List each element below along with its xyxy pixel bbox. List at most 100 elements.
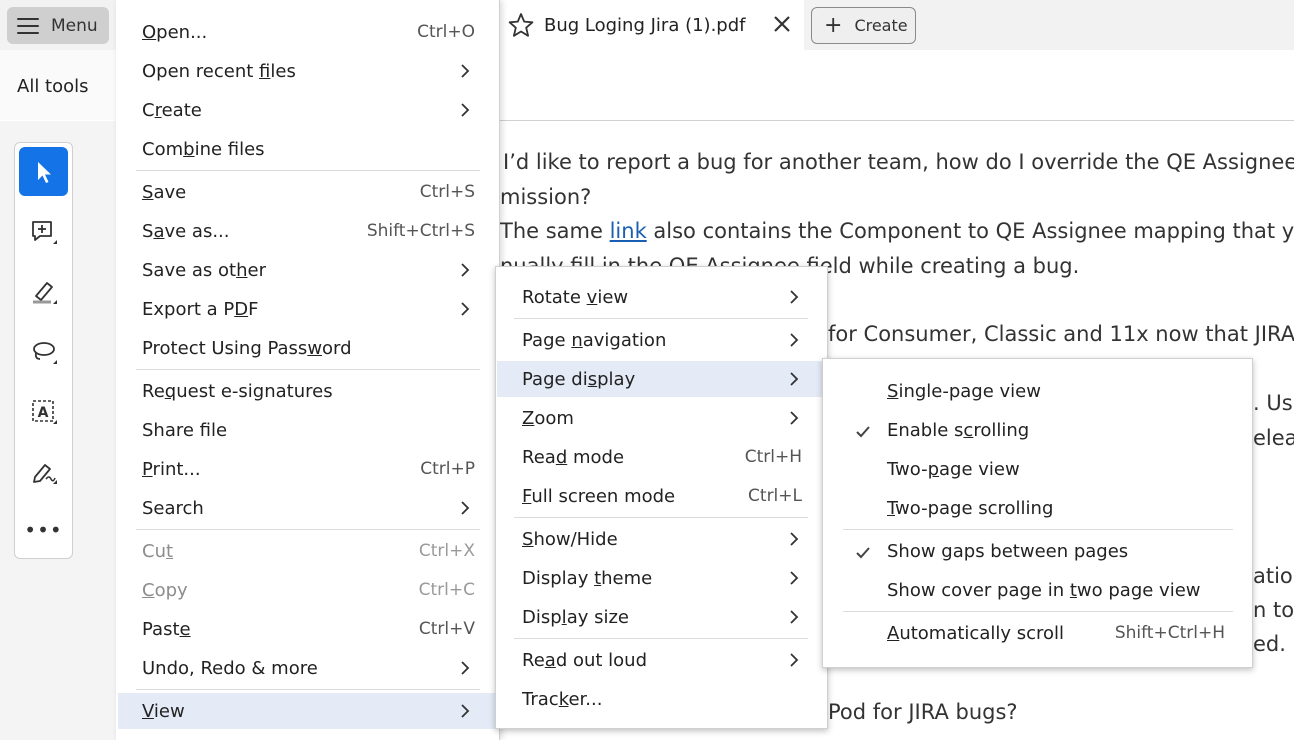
- page-display-menu-item-automatically-scroll[interactable]: Automatically scroll Shift+Ctrl+H: [824, 615, 1251, 651]
- view-menu-item-display-theme[interactable]: Display theme: [497, 560, 824, 596]
- main-menu-item-view[interactable]: View: [118, 693, 495, 729]
- view-menu-item-read-out-loud[interactable]: Read out loud: [497, 642, 824, 678]
- label-text: C: [142, 99, 155, 121]
- main-menu-item-save[interactable]: Save Ctrl+S: [118, 174, 495, 210]
- menu-item-label: Save: [142, 182, 186, 203]
- menu-item-label: Read mode: [522, 447, 624, 468]
- main-menu-item-request-e-signatures[interactable]: Request e-signatures: [118, 373, 495, 409]
- view-menu-item-tracker[interactable]: Tracker...: [497, 681, 824, 717]
- menu-item-label: Show gaps between pages: [887, 541, 1128, 562]
- main-menu-item-open[interactable]: Open... Ctrl+O: [118, 14, 495, 50]
- view-menu-item-full-screen-mode[interactable]: Full screen mode Ctrl+L: [497, 478, 824, 514]
- menu-item-label: Zoom: [522, 408, 574, 429]
- chevron-right-icon: [789, 609, 799, 625]
- menu-item-label: Combine files: [142, 139, 265, 160]
- doc-text-line: n to: [1253, 598, 1294, 622]
- menu-separator: [136, 369, 480, 370]
- main-menu-item-save-as-other[interactable]: Save as other: [118, 252, 495, 288]
- checkmark-icon: [855, 544, 871, 559]
- all-tools-label[interactable]: All tools: [17, 76, 89, 97]
- menu-item-label: Tracker...: [522, 689, 602, 710]
- menu-item-label: Two-page view: [887, 459, 1020, 480]
- menu-button[interactable]: Menu: [7, 7, 109, 44]
- main-menu-item-save-as[interactable]: Save as... Shift+Ctrl+S: [118, 213, 495, 249]
- label-text: Display: [522, 567, 595, 589]
- menu-item-label: Enable scrolling: [887, 420, 1029, 441]
- label-text: opy: [154, 579, 188, 601]
- label-text: ine files: [194, 138, 265, 160]
- label-text: Enable s: [887, 419, 964, 441]
- shortcut-label: Ctrl+S: [419, 182, 475, 202]
- label-mnemonic: r: [154, 99, 162, 121]
- document-tab[interactable]: Bug Loging Jira (1).pdf: [500, 0, 804, 50]
- sign-tool[interactable]: [19, 447, 68, 496]
- chevron-right-icon: [460, 500, 470, 516]
- page-display-submenu: Single-page view Enable scrolling Two-page…: [822, 358, 1253, 668]
- menu-item-label: Show cover page in two page view: [887, 580, 1201, 601]
- label-text: S: [142, 220, 154, 242]
- label-text: Show cover page in: [887, 579, 1070, 601]
- label-mnemonic: S: [887, 380, 899, 402]
- tab-title: Bug Loging Jira (1).pdf: [544, 15, 746, 36]
- main-menu-item-search[interactable]: Search: [118, 490, 495, 526]
- view-menu-item-zoom[interactable]: Zoom: [497, 400, 824, 436]
- main-menu-item-protect-using-password[interactable]: Protect Using Password: [118, 330, 495, 366]
- view-menu-item-show-hide[interactable]: Show/Hide: [497, 521, 824, 557]
- menu-separator: [136, 170, 480, 171]
- menu-item-label: Search: [142, 498, 204, 519]
- label-text: iew: [597, 286, 629, 308]
- main-menu-item-print[interactable]: Print... Ctrl+P: [118, 451, 495, 487]
- view-menu-item-display-size[interactable]: Display size: [497, 599, 824, 635]
- label-text: iew: [153, 700, 185, 722]
- main-menu-item-create[interactable]: Create: [118, 92, 495, 128]
- label-text: Rea: [522, 446, 556, 468]
- view-menu-item-read-mode[interactable]: Read mode Ctrl+H: [497, 439, 824, 475]
- label-text: wo page view: [1076, 579, 1201, 601]
- view-menu-item-page-navigation[interactable]: Page navigation: [497, 322, 824, 358]
- menu-item-label: Protect Using Password: [142, 338, 352, 359]
- page-display-menu-item-show-gaps-between-pages[interactable]: Show gaps between pages: [824, 533, 1251, 569]
- page-display-menu-item-two-page-scrolling[interactable]: Two-page scrolling: [824, 490, 1251, 526]
- chevron-right-icon: [789, 289, 799, 305]
- label-text: Page di: [522, 368, 588, 390]
- menu-separator: [843, 611, 1233, 612]
- select-tool[interactable]: [19, 147, 68, 196]
- view-menu-item-page-display[interactable]: Page display: [497, 361, 824, 397]
- menu-item-label: Open recent files: [142, 61, 296, 82]
- draw-tool[interactable]: [19, 327, 68, 376]
- menu-item-label: Page navigation: [522, 330, 666, 351]
- label-text: Disp: [522, 606, 562, 628]
- label-text: d out loud: [555, 649, 648, 671]
- page-display-menu-item-single-page-view[interactable]: Single-page view: [824, 373, 1251, 409]
- menu-item-label: Paste: [142, 619, 191, 640]
- label-mnemonic: d: [555, 446, 568, 468]
- main-menu-item-copy: Copy Ctrl+C: [118, 572, 495, 608]
- main-menu-item-undo-redo-more[interactable]: Undo, Redo & more: [118, 650, 495, 686]
- text-box-tool[interactable]: A: [19, 387, 68, 436]
- main-menu-item-share-file[interactable]: Share file: [118, 412, 495, 448]
- menu-item-label: Save as...: [142, 221, 230, 242]
- highlight-tool[interactable]: [19, 267, 68, 316]
- chevron-right-icon: [789, 332, 799, 348]
- menu-separator: [136, 529, 480, 530]
- page-display-menu-item-two-page-view[interactable]: Two-page view: [824, 451, 1251, 487]
- label-text: Cu: [142, 540, 166, 562]
- main-menu-item-paste[interactable]: Paste Ctrl+V: [118, 611, 495, 647]
- main-menu-item-export-a-pdf[interactable]: Export a PDF: [118, 291, 495, 327]
- label-mnemonic: q: [164, 380, 177, 402]
- star-icon[interactable]: [508, 12, 534, 38]
- page-display-menu-item-show-cover-page-in-two-page-view[interactable]: Show cover page in two page view: [824, 572, 1251, 608]
- chevron-right-icon: [460, 102, 470, 118]
- close-icon[interactable]: [772, 14, 792, 34]
- main-menu-item-open-recent-files[interactable]: Open recent files: [118, 53, 495, 89]
- more-tools-button[interactable]: •••: [19, 505, 68, 554]
- create-button[interactable]: + Create: [811, 7, 916, 44]
- view-menu-item-rotate-view[interactable]: Rotate view: [497, 279, 824, 315]
- main-menu-item-combine-files[interactable]: Combine files: [118, 131, 495, 167]
- doc-link[interactable]: link: [610, 219, 647, 243]
- label-text: er...: [568, 688, 603, 710]
- label-mnemonic: a: [544, 649, 556, 671]
- add-comment-tool[interactable]: [19, 207, 68, 256]
- label-text: ay size: [566, 606, 629, 628]
- page-display-menu-item-enable-scrolling[interactable]: Enable scrolling: [824, 412, 1251, 448]
